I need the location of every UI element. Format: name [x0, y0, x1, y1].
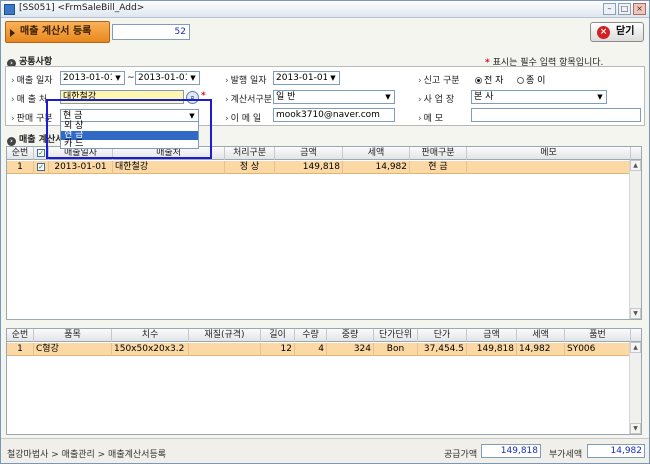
scroll-up-icon[interactable]: ▲: [630, 160, 641, 171]
column-header[interactable]: 금액: [275, 147, 343, 160]
report-type-paper-radio[interactable]: 종 이: [517, 73, 545, 86]
issue-date-field[interactable]: 2013-01-01 ▼: [273, 71, 340, 85]
column-header[interactable]: 치수: [112, 329, 189, 342]
column-header[interactable]: 품목: [34, 329, 112, 342]
close-button[interactable]: × 닫기: [590, 22, 644, 42]
column-header[interactable]: 세액: [517, 329, 565, 342]
issue-date-label: 발행 일자: [225, 73, 267, 86]
row-length: 12: [261, 343, 295, 356]
email-field[interactable]: mook3710@naver.com: [273, 108, 395, 122]
row-item: C형강: [34, 343, 112, 356]
row-customer: 대한철강: [113, 161, 225, 174]
invoice-grid[interactable]: 순번 ✓ 매출일자 매출처 처리구분 금액 세액 판매구분 메모 1 ✓ 201…: [6, 146, 642, 320]
close-button-label: 닫기: [616, 26, 635, 37]
row-weight: 324: [327, 343, 374, 356]
row-sale-type: 현 금: [410, 161, 467, 174]
column-header[interactable]: 세액: [343, 147, 410, 160]
column-header[interactable]: 품번: [565, 329, 631, 342]
customer-label: 매 출 처: [11, 92, 48, 105]
sale-date-to-field[interactable]: 2013-01-01 ▼: [135, 71, 200, 85]
item-grid-header: 순번 품목 치수 재질(규격) 길이 수량 중량 단가단위 단가 금액 세액 품…: [7, 329, 641, 342]
radio-icon: [517, 77, 524, 84]
column-header[interactable]: 금액: [467, 329, 517, 342]
report-type-label: 신고 구분: [418, 73, 460, 86]
app-icon: [4, 4, 15, 15]
table-row[interactable]: 1 ✓ 2013-01-01 대한철강 정 상 149,818 14,982 현…: [7, 161, 631, 174]
chevron-down-icon[interactable]: ▼: [187, 72, 199, 84]
chevron-down-icon[interactable]: ▼: [327, 72, 339, 84]
invoice-type-label: 계산서구분: [225, 92, 272, 105]
row-size: 150x50x20x3.2: [112, 343, 189, 356]
memo-field[interactable]: [471, 108, 641, 122]
minimize-button[interactable]: –: [603, 3, 616, 15]
row-amount: 149,818: [467, 343, 517, 356]
row-process: 정 상: [225, 161, 275, 174]
form-header: 매출 계산서 등록 52 × 닫기: [5, 21, 645, 43]
column-header[interactable]: 수량: [295, 329, 327, 342]
form-title: 매출 계산서 등록: [5, 21, 110, 43]
row-date: 2013-01-01: [49, 161, 113, 174]
focus-highlight-box: [46, 99, 212, 159]
column-header[interactable]: 중량: [327, 329, 374, 342]
record-number-field[interactable]: 52: [112, 24, 190, 40]
vat-amount-label: 부가세액: [549, 450, 583, 460]
email-label: 이 메 일: [225, 111, 262, 124]
checkbox-icon[interactable]: ✓: [37, 149, 45, 157]
supply-amount-label: 공급가액: [444, 450, 478, 460]
row-quantity: 4: [295, 343, 327, 356]
row-material: [189, 343, 261, 356]
radio-selected-icon: [475, 77, 482, 84]
window-title: [SS051] <FrmSaleBill_Add>: [19, 3, 145, 13]
business-label: 사 업 장: [418, 92, 455, 105]
sale-date-from-field[interactable]: 2013-01-01 ▼: [60, 71, 125, 85]
maximize-button[interactable]: □: [618, 3, 631, 15]
section-bullet-icon: ›: [7, 137, 16, 146]
column-header[interactable]: 순번: [7, 147, 34, 160]
row-part-number: SY006: [565, 343, 631, 356]
report-type-electronic-radio[interactable]: 전 자: [475, 73, 503, 86]
business-select[interactable]: 본 사 ▼: [471, 90, 607, 104]
column-header[interactable]: 순번: [7, 329, 34, 342]
column-header[interactable]: 처리구분: [225, 147, 275, 160]
chevron-down-icon[interactable]: ▼: [112, 72, 124, 84]
invoice-type-select[interactable]: 일 반 ▼: [273, 90, 395, 104]
column-header[interactable]: 메모: [467, 147, 631, 160]
column-header[interactable]: 단가단위: [374, 329, 418, 342]
chevron-down-icon[interactable]: ▼: [594, 91, 606, 103]
close-circle-icon: ×: [597, 26, 610, 39]
breadcrumb: 철강마법사 > 매출관리 > 매출계산서등록: [7, 450, 167, 460]
row-amount: 149,818: [275, 161, 343, 174]
row-checkbox[interactable]: ✓: [34, 161, 49, 174]
title-bar: [SS051] <FrmSaleBill_Add> – □ ×: [1, 1, 649, 18]
column-header[interactable]: 재질(규격): [189, 329, 261, 342]
scroll-down-icon[interactable]: ▼: [630, 308, 641, 319]
table-row[interactable]: 1 C형강 150x50x20x3.2 12 4 324 Bon 37,454.…: [7, 343, 631, 356]
column-header[interactable]: 길이: [261, 329, 295, 342]
app-window: [SS051] <FrmSaleBill_Add> – □ × 매출 계산서 등…: [0, 0, 650, 464]
scroll-up-icon[interactable]: ▲: [630, 342, 641, 353]
status-bar: 철강마법사 > 매출관리 > 매출계산서등록 공급가액 149,818 부가세액…: [1, 438, 649, 463]
column-header[interactable]: 판매구분: [410, 147, 467, 160]
vat-amount-value: 14,982: [587, 444, 645, 458]
row-memo: [467, 161, 631, 174]
row-tax: 14,982: [343, 161, 410, 174]
scroll-down-icon[interactable]: ▼: [630, 423, 641, 434]
item-grid[interactable]: 순번 품목 치수 재질(규격) 길이 수량 중량 단가단위 단가 금액 세액 품…: [6, 328, 642, 435]
item-grid-scrollbar[interactable]: ▲ ▼: [629, 342, 641, 434]
invoice-grid-scrollbar[interactable]: ▲ ▼: [629, 160, 641, 319]
sale-date-label: 매출 일자: [11, 73, 53, 86]
row-tax: 14,982: [517, 343, 565, 356]
date-range-separator: ~: [127, 73, 135, 83]
chevron-down-icon[interactable]: ▼: [382, 91, 394, 103]
row-number: 1: [7, 343, 34, 356]
close-window-button[interactable]: ×: [633, 3, 646, 15]
checkbox-checked-icon[interactable]: ✓: [37, 163, 45, 171]
supply-amount-value: 149,818: [481, 444, 541, 458]
row-price: 37,454.5: [418, 343, 467, 356]
memo-label: 메 모: [418, 111, 443, 124]
row-number: 1: [7, 161, 34, 174]
row-price-unit: Bon: [374, 343, 418, 356]
column-header[interactable]: 단가: [418, 329, 467, 342]
